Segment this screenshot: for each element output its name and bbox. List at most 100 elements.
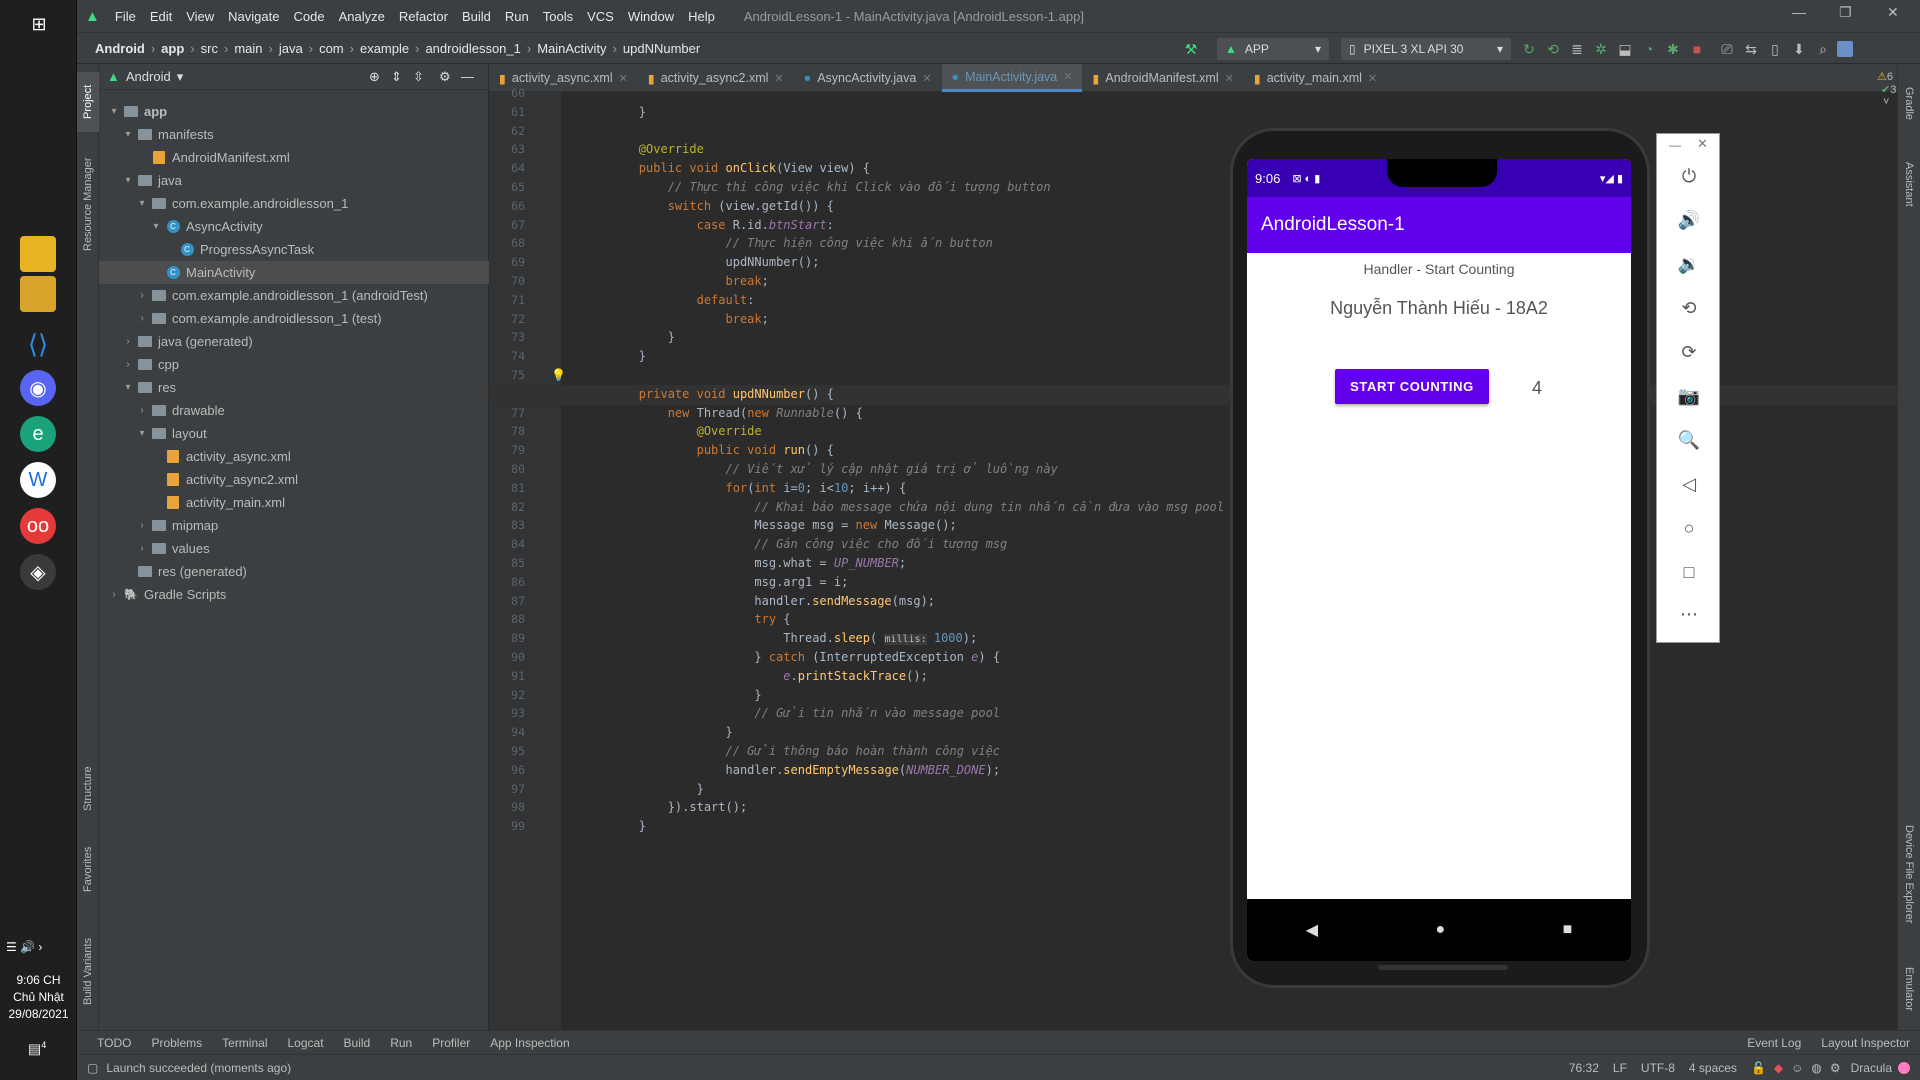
screenshot-icon[interactable]: 📷 <box>1657 386 1721 407</box>
code-line[interactable]: private void updNNumber() { <box>581 387 834 401</box>
code-line[interactable]: try { <box>581 612 790 626</box>
tree-item[interactable]: › mipmap <box>99 514 489 537</box>
menu-navigate[interactable]: Navigate <box>221 9 286 24</box>
tree-item[interactable]: activity_main.xml <box>99 491 489 514</box>
chevron-right-icon[interactable]: › <box>135 405 149 416</box>
breadcrumb-item[interactable]: src <box>197 41 222 56</box>
rerun-icon[interactable]: ↻ <box>1521 41 1537 57</box>
code-line[interactable]: // Gửi thông báo hoàn thành công việc <box>581 744 1001 758</box>
menu-edit[interactable]: Edit <box>143 9 179 24</box>
tree-item[interactable]: › values <box>99 537 489 560</box>
code-line[interactable]: updNNumber(); <box>581 255 819 269</box>
back-icon[interactable]: ◁ <box>1657 474 1721 495</box>
code-line[interactable]: @Override <box>581 142 704 156</box>
device-manager-icon[interactable]: ⎚ <box>1719 41 1735 57</box>
home-icon[interactable]: ● <box>1435 921 1445 939</box>
search-icon[interactable]: ⌕ <box>1815 41 1831 57</box>
tool-window-todo[interactable]: TODO <box>87 1036 141 1050</box>
tree-item[interactable]: › com.example.androidlesson_1 (androidTes… <box>99 284 489 307</box>
code-line[interactable]: e.printStackTrace(); <box>581 669 928 683</box>
code-line[interactable]: handler.sendEmptyMessage(NUMBER_DONE); <box>581 763 1000 777</box>
attach-debugger-icon[interactable]: ⬓ <box>1617 41 1633 57</box>
code-line[interactable]: // Gán công việc cho đối tượng msg <box>581 537 1007 551</box>
tool-window-layout-inspector[interactable]: Layout Inspector <box>1811 1036 1920 1050</box>
breadcrumb-item[interactable]: app <box>157 41 188 56</box>
oo-app-icon[interactable]: oo <box>20 508 56 544</box>
code-line[interactable]: msg.arg1 = i; <box>581 575 848 589</box>
face-icon[interactable]: ☺ <box>1791 1061 1803 1075</box>
close-tab-icon[interactable]: ✕ <box>774 72 783 85</box>
discord-icon[interactable]: ◉ <box>20 370 56 406</box>
word-icon[interactable]: W <box>20 462 56 498</box>
tray-icons[interactable]: ☰ 🔊 › <box>6 940 42 954</box>
code-line[interactable]: for(int i=0; i<10; i++) { <box>581 481 907 495</box>
menu-help[interactable]: Help <box>681 9 722 24</box>
tree-item[interactable]: ▾ java <box>99 169 489 192</box>
close-icon[interactable]: ✕ <box>1697 136 1708 152</box>
tree-item[interactable]: › java (generated) <box>99 330 489 353</box>
chevron-down-icon[interactable]: ▾ <box>107 106 121 117</box>
attach-icon[interactable]: ✱ <box>1665 41 1681 57</box>
project-view-selector[interactable]: Android <box>126 69 171 84</box>
breadcrumb-item[interactable]: example <box>356 41 413 56</box>
tree-item[interactable]: C ProgressAsyncTask <box>99 238 489 261</box>
editor-tab[interactable]: ▮ activity_main.xml ✕ <box>1244 64 1387 92</box>
tree-item[interactable]: AndroidManifest.xml <box>99 146 489 169</box>
recents-icon[interactable]: ■ <box>1563 921 1573 939</box>
hide-icon[interactable]: — <box>461 69 474 84</box>
apply-code-changes-icon[interactable]: ≣ <box>1569 41 1585 57</box>
notification-icon[interactable]: ▤4 <box>28 1040 46 1058</box>
emulator-tool-tab[interactable]: Emulator <box>1898 954 1920 1024</box>
code-line[interactable]: public void run() { <box>581 443 834 457</box>
code-line[interactable]: } <box>581 330 675 344</box>
debug-icon[interactable]: ✲ <box>1593 41 1609 57</box>
code-line[interactable]: // Thực hiện công việc khi ấn button <box>581 236 993 250</box>
tool-window-app-inspection[interactable]: App Inspection <box>480 1036 579 1050</box>
tree-item[interactable]: C MainActivity <box>99 261 489 284</box>
back-icon[interactable]: ◀ <box>1306 920 1318 940</box>
menu-tools[interactable]: Tools <box>536 9 580 24</box>
tree-item[interactable]: ▾ layout <box>99 422 489 445</box>
run-config-dropdown[interactable]: ▲ APP ▾ <box>1217 38 1329 60</box>
chevron-right-icon[interactable]: › <box>121 359 135 370</box>
code-line[interactable]: new Thread(new Runnable() { <box>581 406 863 420</box>
code-line[interactable]: public void onClick(View view) { <box>581 161 870 175</box>
chevron-down-icon[interactable]: ▾ <box>121 175 135 186</box>
code-line[interactable]: } <box>581 105 646 119</box>
menu-window[interactable]: Window <box>621 9 681 24</box>
editor-tab[interactable]: ● MainActivity.java ✕ <box>941 64 1083 92</box>
hammer-build-icon[interactable]: ⚒ <box>1183 41 1199 57</box>
file-encoding[interactable]: UTF-8 <box>1641 1061 1675 1075</box>
chevron-right-icon[interactable]: › <box>135 290 149 301</box>
tree-item[interactable]: activity_async2.xml <box>99 468 489 491</box>
menu-file[interactable]: File <box>108 9 143 24</box>
more-icon[interactable]: ⋯ <box>1657 604 1721 625</box>
tree-item[interactable]: ▾ res <box>99 376 489 399</box>
taskbar-clock[interactable]: 9:06 CH Chủ Nhật 29/08/2021 <box>0 972 77 1023</box>
windows-start-icon[interactable]: ⊞ <box>21 6 57 42</box>
close-tab-icon[interactable]: ✕ <box>619 72 628 85</box>
user-icon[interactable] <box>1837 41 1853 57</box>
tool-window-event-log[interactable]: Event Log <box>1737 1036 1811 1050</box>
code-line[interactable]: } <box>581 349 646 363</box>
code-line[interactable]: } <box>581 782 704 796</box>
overview-icon[interactable]: □ <box>1657 562 1721 583</box>
sync-gradle-icon[interactable]: ⇆ <box>1743 41 1759 57</box>
chevron-right-icon[interactable]: › <box>135 313 149 324</box>
menu-refactor[interactable]: Refactor <box>392 9 455 24</box>
menu-view[interactable]: View <box>179 9 221 24</box>
chevron-down-icon[interactable]: ▾ <box>135 198 149 209</box>
chevron-right-icon[interactable]: › <box>135 543 149 554</box>
breadcrumb-item[interactable]: updNNumber <box>619 41 704 56</box>
editor-tab[interactable]: ▮ AndroidManifest.xml ✕ <box>1082 64 1243 92</box>
assistant-tool-tab[interactable]: Assistant <box>1898 144 1920 224</box>
menu-vcs[interactable]: VCS <box>580 9 621 24</box>
code-line[interactable]: // Khai báo message chứa nội dung tin nh… <box>581 500 1224 514</box>
close-icon[interactable]: ✕ <box>1887 4 1899 21</box>
power-icon[interactable]: ⏻ <box>1657 166 1721 187</box>
menu-code[interactable]: Code <box>286 9 331 24</box>
tool-window-build[interactable]: Build <box>334 1036 381 1050</box>
rotate-left-icon[interactable]: ⟲ <box>1657 298 1721 319</box>
close-tab-icon[interactable]: ✕ <box>1225 72 1234 85</box>
tree-item[interactable]: res (generated) <box>99 560 489 583</box>
